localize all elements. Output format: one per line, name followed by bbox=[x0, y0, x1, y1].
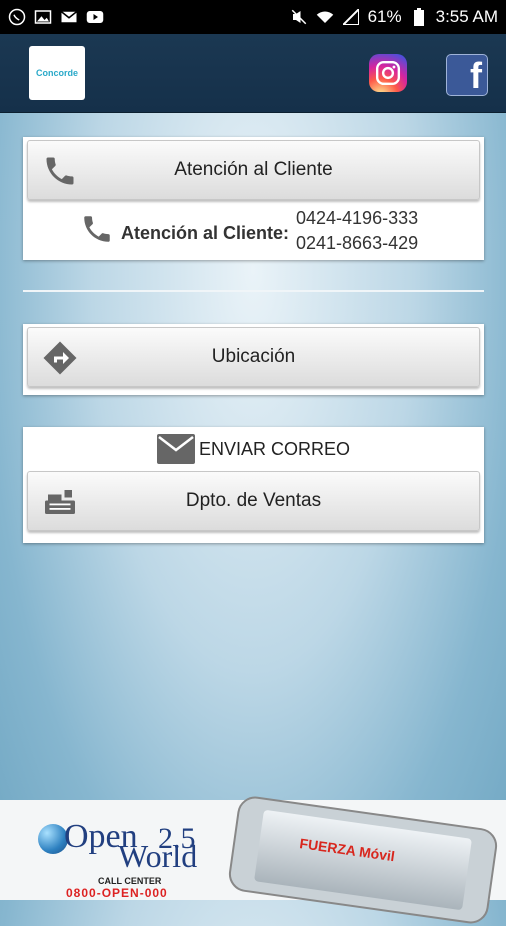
envelope-icon bbox=[156, 434, 195, 464]
customer-service-button[interactable]: Atención al Cliente bbox=[27, 140, 480, 200]
ad-phone-number: 0800-OPEN-000 bbox=[66, 886, 168, 900]
sales-department-label: Dpto. de Ventas bbox=[185, 490, 322, 511]
location-button[interactable]: Ubicación bbox=[27, 327, 480, 387]
email-card: ENVIAR CORREO Dpto. de Ventas bbox=[23, 427, 484, 543]
battery-icon bbox=[410, 8, 428, 26]
logo-text: Concorde bbox=[35, 68, 78, 78]
signal-icon bbox=[342, 8, 360, 26]
phone-number-1[interactable]: 0424-4196-333 bbox=[296, 208, 418, 229]
ad-phone-screen: FUERZA Móvil bbox=[254, 809, 472, 911]
app-header: Concorde f bbox=[0, 34, 506, 113]
mute-icon bbox=[290, 8, 308, 26]
send-email-row[interactable]: ENVIAR CORREO bbox=[23, 427, 484, 471]
ad-phone-image: FUERZA Móvil bbox=[226, 794, 500, 926]
location-card: Ubicación bbox=[23, 324, 484, 395]
section-divider bbox=[23, 290, 484, 292]
facebook-icon[interactable]: f bbox=[446, 54, 488, 96]
app-logo[interactable]: Concorde bbox=[29, 46, 85, 100]
image-icon bbox=[34, 8, 52, 26]
cash-register-icon bbox=[42, 484, 78, 520]
whatsapp-icon bbox=[8, 8, 26, 26]
clock: 3:55 AM bbox=[435, 7, 498, 26]
phone-numbers-row: Atención al Cliente: 0424-4196-333 0241-… bbox=[23, 200, 484, 256]
battery-percent: 61% bbox=[367, 7, 402, 26]
ad-brand-block: Open 2.5 World CALL CENTER 0800-OPEN-000 bbox=[38, 818, 238, 900]
mail-icon bbox=[60, 8, 78, 26]
wifi-icon bbox=[316, 8, 334, 26]
ad-phone-brand: FUERZA Móvil bbox=[298, 835, 396, 865]
ad-call-center: CALL CENTER bbox=[98, 876, 162, 886]
ad-banner[interactable]: Open 2.5 World CALL CENTER 0800-OPEN-000… bbox=[0, 794, 506, 926]
send-email-label: ENVIAR CORREO bbox=[198, 438, 351, 459]
instagram-icon[interactable] bbox=[369, 54, 407, 92]
customer-service-card: Atención al Cliente Atención al Cliente:… bbox=[23, 137, 484, 260]
sales-department-button[interactable]: Dpto. de Ventas bbox=[27, 471, 480, 531]
phone-number-2[interactable]: 0241-8663-429 bbox=[296, 233, 418, 254]
directions-icon bbox=[42, 340, 78, 376]
customer-service-label: Atención al Cliente bbox=[174, 159, 333, 180]
youtube-icon bbox=[86, 8, 104, 26]
phone-icon bbox=[42, 153, 78, 189]
ad-brand-bottom: World bbox=[118, 838, 198, 874]
phone-label: Atención al Cliente: bbox=[121, 223, 290, 243]
phone-icon bbox=[80, 212, 114, 246]
location-label: Ubicación bbox=[211, 346, 296, 367]
status-bar: 61% 3:55 AM bbox=[0, 0, 506, 34]
